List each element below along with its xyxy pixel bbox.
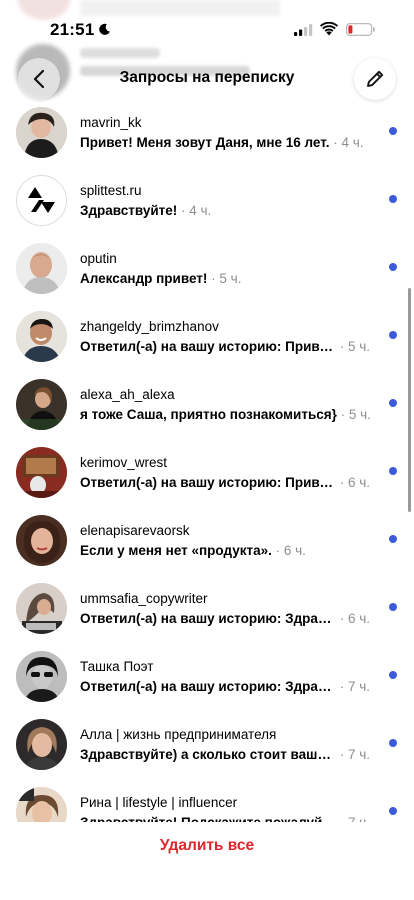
unread-dot	[389, 399, 397, 407]
message-requests-list: mavrin_kk Привет! Меня зовут Даня, мне 1…	[0, 98, 414, 846]
footer-bar: Удалить все	[0, 822, 414, 900]
battery-icon	[346, 23, 375, 36]
list-item[interactable]: ummsafia_copywriter Ответил(-а) на вашу …	[0, 574, 414, 642]
message-text: Ответил(-а) на вашу историю: Здрав...	[80, 679, 336, 694]
avatar	[16, 583, 67, 634]
delete-all-button[interactable]: Удалить все	[0, 837, 414, 855]
message-preview: Здравствуйте) а сколько стоит ваша... · …	[80, 747, 371, 762]
avatar	[16, 515, 67, 566]
avatar	[16, 175, 67, 226]
message-preview: Если у меня нет «продукта». · 6 ч.	[80, 543, 306, 558]
unread-dot	[389, 467, 397, 475]
message-time: 7 ч.	[348, 679, 371, 694]
avatar	[16, 651, 67, 702]
message-time: 6 ч.	[348, 611, 371, 626]
list-item[interactable]: alexa_ah_alexa я тоже Саша, приятно позн…	[0, 370, 414, 438]
message-text: Здравствуйте) а сколько стоит ваша...	[80, 747, 336, 762]
message-preview: Ответил(-а) на вашу историю: Приве... · …	[80, 475, 371, 490]
username: splittest.ru	[80, 183, 142, 198]
message-time: 5 ч.	[348, 339, 371, 354]
username: Ташка Поэт	[80, 659, 154, 674]
username: oputin	[80, 251, 117, 266]
username: elenapisarevaorsk	[80, 523, 190, 538]
message-preview: я тоже Саша, приятно познакомиться} · 5 …	[80, 407, 371, 422]
page-title: Запросы на переписку	[119, 69, 295, 86]
username: alexa_ah_alexa	[80, 387, 175, 402]
avatar	[16, 447, 67, 498]
message-text: я тоже Саша, приятно познакомиться}	[80, 407, 337, 422]
list-item[interactable]: Ташка Поэт Ответил(-а) на вашу историю: …	[0, 642, 414, 710]
list-item[interactable]: zhangeldy_brimzhanov Ответил(-а) на вашу…	[0, 302, 414, 370]
list-item[interactable]: elenapisarevaorsk Если у меня нет «проду…	[0, 506, 414, 574]
unread-dot	[389, 671, 397, 679]
message-time: 5 ч.	[348, 407, 371, 422]
list-item[interactable]: oputin Александр привет! · 5 ч.	[0, 234, 414, 302]
status-bar: 21:51	[0, 0, 414, 56]
username: ummsafia_copywriter	[80, 591, 208, 606]
message-text: Ответил(-а) на вашу историю: Здрав...	[80, 611, 336, 626]
username: Алла | жизнь предпринимателя	[80, 727, 277, 742]
message-text: Ответил(-а) на вашу историю: Приве...	[80, 475, 336, 490]
username: Рина | lifestyle | influencer	[80, 795, 238, 810]
avatar	[16, 243, 67, 294]
unread-dot	[389, 739, 397, 747]
list-item[interactable]: mavrin_kk Привет! Меня зовут Даня, мне 1…	[0, 98, 414, 166]
message-preview: Ответил(-а) на вашу историю: Здрав... · …	[80, 611, 371, 626]
message-text: Если у меня нет «продукта».	[80, 543, 272, 558]
message-time: 4 ч.	[189, 203, 212, 218]
message-time: 6 ч.	[283, 543, 306, 558]
message-text: Здравствуйте!	[80, 203, 178, 218]
message-time: 4 ч.	[341, 135, 364, 150]
list-item[interactable]: Алла | жизнь предпринимателя Здравствуйт…	[0, 710, 414, 778]
username: kerimov_wrest	[80, 455, 168, 470]
avatar	[16, 311, 67, 362]
message-preview: Александр привет! · 5 ч.	[80, 271, 242, 286]
unread-dot	[389, 535, 397, 543]
moon-icon	[99, 23, 110, 35]
message-time: 7 ч.	[348, 747, 371, 762]
avatar	[16, 719, 67, 770]
username: zhangeldy_brimzhanov	[80, 319, 219, 334]
scrollbar[interactable]	[408, 288, 411, 512]
unread-dot	[389, 807, 397, 815]
unread-dot	[389, 127, 397, 135]
avatar	[16, 107, 67, 158]
username: mavrin_kk	[80, 115, 142, 130]
message-text: Привет! Меня зовут Даня, мне 16 лет.	[80, 135, 330, 150]
header: Запросы на переписку	[0, 56, 414, 104]
unread-dot	[389, 195, 397, 203]
list-item[interactable]: kerimov_wrest Ответил(-а) на вашу истори…	[0, 438, 414, 506]
new-message-button[interactable]	[354, 58, 396, 100]
avatar	[16, 379, 67, 430]
wifi-icon	[320, 22, 338, 36]
message-preview: Ответил(-а) на вашу историю: Здрав... · …	[80, 679, 371, 694]
signal-icon	[294, 24, 313, 36]
unread-dot	[389, 331, 397, 339]
message-preview: Здравствуйте! · 4 ч.	[80, 203, 212, 218]
list-item[interactable]: splittest.ru Здравствуйте! · 4 ч.	[0, 166, 414, 234]
unread-dot	[389, 603, 397, 611]
message-time: 5 ч.	[219, 271, 242, 286]
status-time: 21:51	[50, 20, 95, 39]
message-time: 6 ч.	[348, 475, 371, 490]
message-preview: Привет! Меня зовут Даня, мне 16 лет. · 4…	[80, 135, 364, 150]
message-text: Ответил(-а) на вашу историю: Приве...	[80, 339, 336, 354]
unread-dot	[389, 263, 397, 271]
pencil-icon	[367, 70, 384, 87]
message-preview: Ответил(-а) на вашу историю: Приве... · …	[80, 339, 371, 354]
message-text: Александр привет!	[80, 271, 208, 286]
